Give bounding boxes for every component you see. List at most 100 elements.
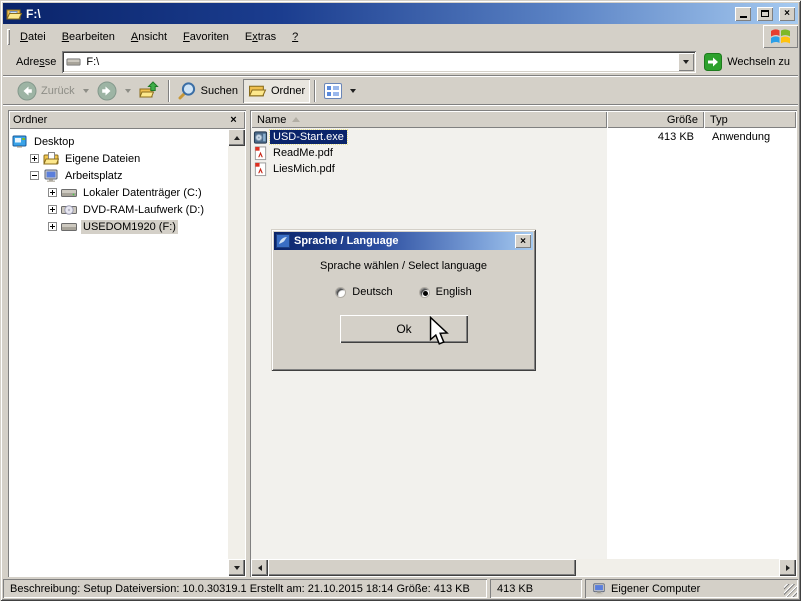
radio-deutsch-label: Deutsch bbox=[352, 286, 392, 298]
tree-scrollbar[interactable] bbox=[228, 129, 245, 576]
forward-icon bbox=[97, 81, 117, 101]
tree-item-arbeitsplatz[interactable]: Arbeitsplatz bbox=[9, 167, 228, 184]
menu-grip[interactable] bbox=[7, 29, 10, 45]
app-folder-icon bbox=[6, 6, 22, 22]
folder-tree: Desktop Eigene Dateien bbox=[9, 129, 228, 576]
menu-bearbeiten[interactable]: Bearbeiten bbox=[54, 25, 123, 48]
status-location: Eigener Computer bbox=[585, 579, 798, 598]
tree-item-drive-d[interactable]: DVD-RAM-Laufwerk (D:) bbox=[9, 201, 228, 218]
desktop-icon bbox=[12, 134, 28, 150]
go-label: Wechseln zu bbox=[727, 56, 790, 68]
dialog-title: Sprache / Language bbox=[294, 235, 511, 247]
file-list: USD-Start.exe 413 KB Anwendung ReadMe.pd… bbox=[251, 129, 796, 177]
mouse-cursor bbox=[429, 316, 451, 348]
search-label: Suchen bbox=[201, 85, 238, 97]
forward-dropdown[interactable] bbox=[122, 79, 134, 103]
explorer-window: F:\ × Datei Bearbeiten Ansicht Favoriten… bbox=[0, 0, 801, 601]
expand-minus-icon[interactable] bbox=[30, 171, 39, 180]
back-dropdown[interactable] bbox=[80, 79, 92, 103]
window-title: F:\ bbox=[26, 7, 731, 21]
dvd-drive-icon bbox=[61, 202, 77, 218]
folder-icon bbox=[248, 82, 267, 99]
minimize-button[interactable] bbox=[735, 7, 751, 21]
tree-item-desktop[interactable]: Desktop bbox=[9, 133, 228, 150]
radio-english-label: English bbox=[436, 286, 472, 298]
views-grid-icon bbox=[324, 83, 342, 99]
forward-button[interactable] bbox=[92, 79, 122, 103]
address-input[interactable]: F:\ bbox=[62, 51, 696, 73]
expand-plus-icon[interactable] bbox=[30, 154, 39, 163]
my-documents-icon bbox=[43, 151, 59, 167]
menu-favoriten[interactable]: Favoriten bbox=[175, 25, 237, 48]
column-headers: Name Größe Typ bbox=[251, 111, 796, 128]
file-list-hscrollbar[interactable] bbox=[251, 559, 796, 576]
menu-hilfe[interactable]: ? bbox=[284, 25, 306, 48]
tree-item-drive-c[interactable]: Lokaler Datenträger (C:) bbox=[9, 184, 228, 201]
column-header-type[interactable]: Typ bbox=[704, 111, 796, 128]
pdf-file-icon bbox=[253, 162, 268, 177]
dialog-close-button[interactable]: × bbox=[515, 234, 531, 248]
status-size: 413 KB bbox=[490, 579, 582, 598]
up-folder-icon bbox=[139, 81, 159, 101]
toolbar: Zurück bbox=[3, 77, 798, 105]
dialog-message: Sprache wählen / Select language bbox=[271, 260, 536, 272]
removable-drive-icon bbox=[61, 219, 77, 235]
radio-english[interactable]: English bbox=[419, 286, 472, 298]
drive-icon bbox=[66, 55, 81, 69]
windows-logo bbox=[763, 25, 798, 48]
hard-drive-icon bbox=[61, 185, 77, 201]
close-button[interactable]: × bbox=[779, 7, 795, 21]
folders-panel: Ordner × Desktop bbox=[8, 110, 246, 577]
expand-plus-icon[interactable] bbox=[48, 205, 57, 214]
dialog-title-bar: Sprache / Language × bbox=[274, 232, 533, 250]
back-icon bbox=[17, 81, 37, 101]
file-row-usd-start[interactable]: USD-Start.exe 413 KB Anwendung bbox=[251, 129, 796, 145]
folders-label: Ordner bbox=[271, 85, 305, 97]
address-value: F:\ bbox=[86, 56, 99, 68]
menu-datei[interactable]: Datei bbox=[12, 25, 54, 48]
folders-button[interactable]: Ordner bbox=[243, 79, 310, 103]
expand-plus-icon[interactable] bbox=[48, 222, 57, 231]
radio-button-icon[interactable] bbox=[335, 287, 346, 298]
tree-item-drive-f[interactable]: USEDOM1920 (F:) bbox=[9, 218, 228, 235]
back-label: Zurück bbox=[41, 85, 75, 97]
file-row-readme[interactable]: ReadMe.pdf bbox=[251, 145, 796, 161]
address-bar: Adresse F:\ Wechseln zu bbox=[3, 48, 798, 76]
scroll-right-button[interactable] bbox=[779, 559, 796, 576]
column-header-name[interactable]: Name bbox=[251, 111, 607, 128]
menu-bar: Datei Bearbeiten Ansicht Favoriten Extra… bbox=[3, 25, 798, 48]
views-button[interactable] bbox=[319, 79, 347, 103]
expand-plus-icon[interactable] bbox=[48, 188, 57, 197]
dialog-app-icon bbox=[276, 234, 290, 248]
computer-icon bbox=[43, 168, 59, 184]
status-bar: Beschreibung: Setup Dateiversion: 10.0.3… bbox=[3, 577, 798, 598]
scroll-down-button[interactable] bbox=[228, 559, 245, 576]
go-button[interactable]: Wechseln zu bbox=[696, 53, 798, 71]
my-computer-icon bbox=[592, 582, 606, 596]
menu-extras[interactable]: Extras bbox=[237, 25, 284, 48]
exe-file-icon bbox=[253, 130, 268, 145]
language-dialog: Sprache / Language × Sprache wählen / Se… bbox=[271, 229, 536, 371]
views-dropdown[interactable] bbox=[347, 79, 359, 103]
maximize-button[interactable] bbox=[757, 7, 773, 21]
hscroll-thumb[interactable] bbox=[268, 559, 576, 576]
radio-button-icon[interactable] bbox=[419, 287, 430, 298]
column-header-size[interactable]: Größe bbox=[607, 111, 704, 128]
menu-ansicht[interactable]: Ansicht bbox=[123, 25, 175, 48]
radio-deutsch[interactable]: Deutsch bbox=[335, 286, 392, 298]
tree-item-eigene-dateien[interactable]: Eigene Dateien bbox=[9, 150, 228, 167]
up-button[interactable] bbox=[134, 79, 164, 103]
address-label: Adresse bbox=[12, 56, 62, 68]
search-button[interactable]: Suchen bbox=[173, 79, 243, 103]
address-dropdown-button[interactable] bbox=[678, 53, 694, 71]
resize-grip[interactable] bbox=[784, 584, 797, 597]
language-options: Deutsch English bbox=[271, 286, 536, 298]
scroll-up-button[interactable] bbox=[228, 129, 245, 146]
title-bar: F:\ × bbox=[3, 3, 798, 24]
folders-panel-close-icon[interactable]: × bbox=[226, 113, 241, 127]
back-button[interactable]: Zurück bbox=[12, 79, 80, 103]
pdf-file-icon bbox=[253, 146, 268, 161]
file-row-liesmich[interactable]: LiesMich.pdf bbox=[251, 161, 796, 177]
search-icon bbox=[178, 81, 197, 100]
scroll-left-button[interactable] bbox=[251, 559, 268, 576]
